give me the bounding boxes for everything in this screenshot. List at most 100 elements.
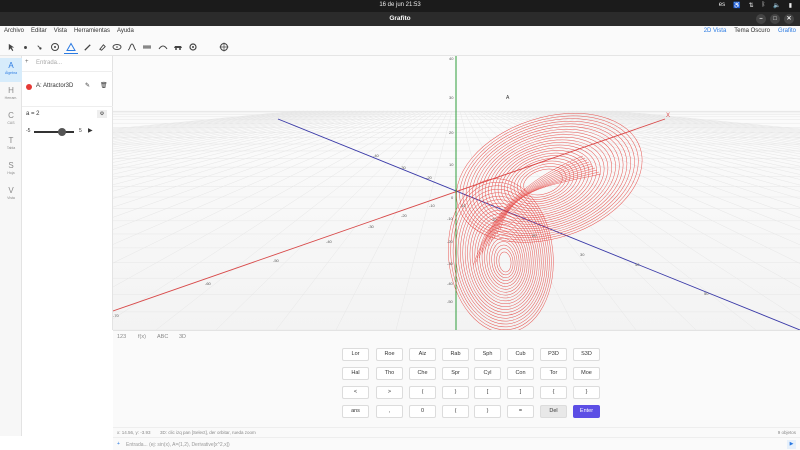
target-tool-icon[interactable] — [217, 40, 231, 54]
network-icon[interactable]: ⇅ — [749, 2, 754, 9]
nav-algebra[interactable]: A Álgebra — [0, 58, 22, 82]
add-icon[interactable]: + — [25, 59, 29, 65]
key-tor[interactable]: Tor — [540, 367, 567, 380]
scene-svg[interactable]: A X 40 30 20 10 0 -10 -20 -30 -40 -50 -7… — [113, 56, 800, 330]
volume-icon[interactable]: 🔈 — [773, 2, 780, 9]
x-axis-label: X — [666, 113, 670, 119]
algebra-object-row[interactable]: A: Attractor3D ✎ 🗑 — [22, 80, 113, 94]
edit-icon[interactable]: ✎ — [85, 82, 90, 89]
ellipse-tool-icon[interactable] — [110, 40, 124, 54]
minimize-button[interactable]: – — [756, 14, 766, 24]
accessibility-icon[interactable]: ♿ — [733, 2, 740, 9]
ruler-tool-icon[interactable] — [140, 40, 154, 54]
z-tick: -50 — [447, 299, 454, 304]
menu-editar[interactable]: Editar — [31, 28, 47, 34]
nav-table[interactable]: T Tabla — [0, 133, 22, 157]
delete-icon[interactable]: 🗑 — [100, 82, 108, 89]
slider-label: a = 2 — [26, 111, 40, 117]
pointer-tool-icon[interactable] — [4, 40, 18, 54]
key-p3d[interactable]: P3D — [540, 348, 567, 361]
nav-cas[interactable]: C CAS — [0, 108, 22, 132]
nav-sheet[interactable]: S Hoja — [0, 158, 22, 182]
key-comma[interactable]: , — [376, 405, 403, 418]
y-tick: 10 — [492, 217, 497, 222]
key-ans[interactable]: ans — [342, 405, 369, 418]
visibility-toggle-icon[interactable] — [26, 84, 32, 90]
graphics-3d-view[interactable]: A X 40 30 20 10 0 -10 -20 -30 -40 -50 -7… — [113, 56, 800, 330]
key-open-brace[interactable]: { — [540, 386, 567, 399]
key-equals[interactable]: = — [507, 405, 534, 418]
dark-theme-toggle[interactable]: Tema Oscuro — [734, 28, 770, 34]
key-moe[interactable]: Moe — [573, 367, 600, 380]
command-input[interactable]: + Entrada... (ej: sin(x), A=(1,2), Deriv… — [113, 437, 800, 450]
tab-3d[interactable]: 3D — [179, 334, 186, 340]
bluetooth-icon[interactable]: ᛒ — [762, 2, 766, 9]
y-tick: 50 — [704, 291, 709, 296]
key-cyl[interactable]: Cyl — [474, 367, 501, 380]
key-s3d[interactable]: S3D — [573, 348, 600, 361]
curve-tool-icon[interactable] — [125, 40, 139, 54]
language-indicator[interactable]: es — [719, 2, 725, 9]
z-tick: -40 — [447, 281, 454, 286]
tab-letters[interactable]: ABC — [157, 334, 168, 340]
key-greater-than[interactable]: > — [376, 386, 403, 399]
key-close-paren[interactable]: ) — [442, 386, 469, 399]
wave-tool-icon[interactable] — [156, 40, 170, 54]
tab-functions[interactable]: f(x) — [138, 334, 146, 340]
play-icon[interactable]: ▶ — [88, 127, 93, 134]
key-less-than[interactable]: < — [342, 386, 369, 399]
key-open-paren[interactable]: ( — [409, 386, 436, 399]
key-close-bracket[interactable]: ] — [507, 386, 534, 399]
maximize-button[interactable]: □ — [770, 14, 780, 24]
key-rab[interactable]: Rab — [442, 348, 469, 361]
enter-button[interactable]: Enter — [573, 405, 600, 418]
algebra-input[interactable]: + Entrada... — [22, 56, 113, 72]
key-tho[interactable]: Tho — [376, 367, 403, 380]
menu-archivo[interactable]: Archivo — [4, 28, 24, 34]
key-che[interactable]: Che — [409, 367, 436, 380]
slider-settings-icon[interactable]: ⚙ — [97, 110, 107, 118]
circle-point-tool-icon[interactable] — [48, 40, 62, 54]
x-tick: -60 — [205, 281, 212, 286]
view-2d-toggle[interactable]: 2D Vista — [704, 28, 727, 34]
key-spr[interactable]: Spr — [442, 367, 469, 380]
battery-icon[interactable]: ▮ — [789, 2, 792, 9]
close-button[interactable]: ✕ — [784, 14, 794, 24]
x-tick: -10 — [429, 203, 436, 208]
point-tool-icon[interactable] — [18, 40, 32, 54]
system-clock[interactable]: 16 de jun 21:53 — [0, 2, 800, 8]
settings-tool-icon[interactable] — [186, 40, 200, 54]
z-tick: 40 — [449, 56, 454, 61]
slope-point-tool-icon[interactable] — [32, 40, 46, 54]
key-zero[interactable]: 0 — [409, 405, 436, 418]
slider-handle[interactable] — [58, 128, 66, 136]
key-close-paren-2[interactable]: ) — [474, 405, 501, 418]
key-con[interactable]: Con — [507, 367, 534, 380]
key-cub[interactable]: Cub — [507, 348, 534, 361]
nav-view[interactable]: V Vista — [0, 183, 22, 207]
eraser-tool-icon[interactable] — [95, 40, 109, 54]
tab-numbers[interactable]: 123 — [117, 334, 126, 340]
y-tick: 30 — [580, 252, 585, 257]
menu-herramientas[interactable]: Herramientas — [74, 28, 110, 34]
send-icon[interactable]: ▶ — [787, 440, 796, 449]
slider-track[interactable] — [34, 131, 74, 133]
triangle-tool-icon[interactable] — [64, 40, 78, 54]
car-tool-icon[interactable] — [171, 40, 185, 54]
y-tick: -40 — [373, 153, 380, 158]
menu-ayuda[interactable]: Ayuda — [117, 28, 134, 34]
add-icon[interactable]: + — [117, 441, 120, 447]
key-open-bracket[interactable]: [ — [474, 386, 501, 399]
key-lor[interactable]: Lor — [342, 348, 369, 361]
key-sph[interactable]: Sph — [474, 348, 501, 361]
app-name-link[interactable]: Grafito — [778, 28, 796, 34]
key-close-brace[interactable]: } — [573, 386, 600, 399]
key-open-paren-2[interactable]: ( — [442, 405, 469, 418]
delete-button[interactable]: Del — [540, 405, 567, 418]
nav-tools[interactable]: H Herram. — [0, 83, 22, 107]
menu-vista[interactable]: Vista — [54, 28, 67, 34]
key-roe[interactable]: Roe — [376, 348, 403, 361]
key-hal[interactable]: Hal — [342, 367, 369, 380]
key-aiz[interactable]: Aiz — [409, 348, 436, 361]
pen-tool-icon[interactable] — [80, 40, 94, 54]
